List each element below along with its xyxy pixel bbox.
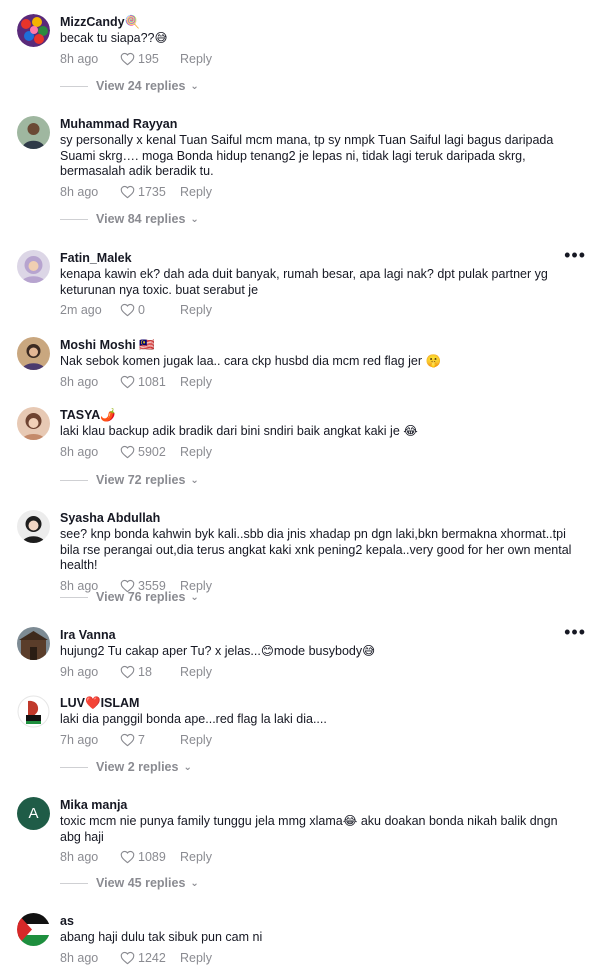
like-count: 1089 (138, 850, 166, 864)
username[interactable]: MizzCandy🍭 (60, 14, 572, 30)
view-replies-button[interactable]: View 72 replies ⌄ (60, 473, 199, 487)
flag-avatar[interactable] (17, 913, 50, 946)
chevron-down-icon: ⌄ (183, 761, 192, 773)
view-replies-button[interactable]: View 76 replies ⌄ (60, 590, 199, 604)
comment-text: hujung2 Tu cakap aper Tu? x jelas...😊mod… (60, 644, 376, 658)
heart-icon (120, 185, 135, 198)
like-button[interactable]: 1242 (120, 951, 180, 965)
reply-button[interactable]: Reply (180, 850, 212, 864)
comment-text: laki klau backup adik bradik dari bini s… (60, 424, 418, 438)
comment-text: Nak sebok komen jugak laa.. cara ckp hus… (60, 354, 442, 368)
chevron-down-icon: ⌄ (190, 591, 199, 603)
heart-icon (120, 303, 135, 317)
building-avatar[interactable] (17, 627, 50, 660)
chevron-down-icon: ⌄ (190, 80, 199, 92)
comment-time: 7h ago (60, 732, 99, 747)
like-button[interactable]: 1735 (120, 185, 180, 199)
view-replies-button[interactable]: View 45 replies ⌄ (60, 876, 199, 890)
like-count: 0 (138, 303, 145, 317)
username[interactable]: Moshi Moshi 🇲🇾 (60, 337, 572, 353)
username[interactable]: Fatin_Malek (60, 250, 572, 266)
username[interactable]: LUV❤️ISLAM (60, 695, 572, 711)
reply-button[interactable]: Reply (180, 665, 212, 679)
reply-button[interactable]: Reply (180, 951, 212, 965)
heart-icon (120, 445, 135, 458)
hijab-avatar[interactable] (17, 250, 50, 283)
heart-icon (120, 951, 135, 964)
comment-text: abang haji dulu tak sibuk pun cam ni (60, 930, 263, 944)
reply-button[interactable]: Reply (180, 445, 212, 459)
reply-button[interactable]: Reply (180, 52, 212, 66)
like-count: 5902 (138, 444, 166, 459)
like-button[interactable]: 1081 (120, 375, 180, 389)
heart-icon (120, 375, 135, 388)
like-count: 18 (138, 664, 152, 679)
chevron-down-icon: ⌄ (190, 474, 199, 486)
like-count: 1242 (138, 950, 166, 965)
comment-time: 8h ago (60, 950, 99, 965)
comment-text: kenapa kawin ek? dah ada duit banyak, ru… (60, 267, 548, 297)
like-button[interactable]: 1089 (120, 850, 180, 864)
comment-time: 8h ago (60, 444, 99, 459)
divider (60, 882, 88, 884)
heart-icon (120, 850, 135, 864)
like-button[interactable]: 18 (120, 665, 180, 679)
heart-icon (120, 665, 135, 678)
more-options-icon[interactable]: ••• (564, 246, 586, 264)
like-count: 1081 (138, 374, 166, 389)
reply-button[interactable]: Reply (180, 733, 212, 747)
divider (60, 596, 88, 598)
view-replies-button[interactable]: View 2 replies ⌄ (60, 760, 192, 774)
like-count: 195 (138, 51, 159, 66)
heart-icon (120, 52, 135, 65)
comment-text: toxic mcm nie punya family tunggu jela m… (60, 814, 558, 844)
candy-avatar[interactable] (17, 14, 50, 47)
reply-button[interactable]: Reply (180, 303, 212, 317)
divider (60, 479, 88, 481)
divider (60, 766, 88, 768)
chevron-down-icon: ⌄ (190, 213, 199, 225)
woman-avatar[interactable] (17, 337, 50, 370)
like-button[interactable]: 0 (120, 303, 180, 317)
man-avatar[interactable] (17, 116, 50, 149)
heart-icon (120, 733, 135, 746)
username[interactable]: Syasha Abdullah (60, 510, 572, 526)
username[interactable]: Mika manja (60, 797, 572, 813)
like-button[interactable]: 7 (120, 733, 180, 747)
comment-time: 8h ago (60, 850, 99, 864)
username[interactable]: Muhammad Rayyan (60, 116, 572, 132)
letter-avatar[interactable]: A (17, 797, 50, 830)
username[interactable]: TASYA🌶️ (60, 407, 572, 423)
username[interactable]: Ira Vanna (60, 627, 572, 643)
divider (60, 218, 88, 220)
chevron-down-icon: ⌄ (190, 877, 199, 889)
comment-time: 8h ago (60, 51, 99, 66)
like-count: 1735 (138, 184, 166, 199)
like-button[interactable]: 5902 (120, 445, 180, 459)
more-options-icon[interactable]: ••• (564, 623, 586, 641)
like-count: 7 (138, 732, 145, 747)
comment-text: laki dia panggil bonda ape...red flag la… (60, 712, 327, 726)
view-replies-button[interactable]: View 84 replies ⌄ (60, 212, 199, 226)
syasha-avatar[interactable] (17, 510, 50, 543)
view-replies-button[interactable]: View 24 replies ⌄ (60, 79, 199, 93)
tasya-avatar[interactable] (17, 407, 50, 440)
comment-text: sy personally x kenal Tuan Saiful mcm ma… (60, 133, 554, 178)
comment-time: 8h ago (60, 374, 99, 389)
comment-time: 8h ago (60, 184, 99, 199)
comment-time: 9h ago (60, 664, 99, 679)
like-button[interactable]: 195 (120, 52, 180, 66)
comment-text: see? knp bonda kahwin byk kali..sbb dia … (60, 527, 572, 572)
comment-time: 2m ago (60, 303, 102, 317)
username[interactable]: as (60, 913, 572, 929)
islam-avatar[interactable] (17, 695, 50, 728)
divider (60, 85, 88, 87)
comment-text: becak tu siapa??😅 (60, 31, 168, 45)
reply-button[interactable]: Reply (180, 185, 212, 199)
reply-button[interactable]: Reply (180, 375, 212, 389)
